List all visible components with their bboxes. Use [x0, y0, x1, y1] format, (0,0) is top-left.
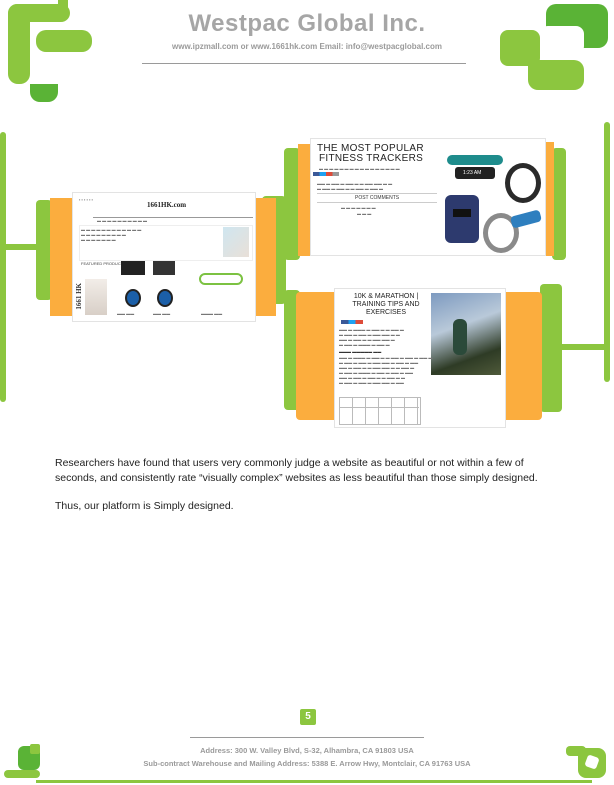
marathon-screenshot-frame [296, 292, 334, 420]
contact-line: www.ipzmall.com or www.1661hk.com Email:… [172, 42, 442, 51]
post-comments-heading: POST COMMENTS [355, 195, 400, 201]
site-banner-image [223, 227, 249, 257]
footer-address-1: Address: 300 W. Valley Blvd, S-32, Alham… [200, 746, 414, 755]
fitness-title-2: FITNESS TRACKERS [319, 153, 424, 164]
page-number-badge: 5 [300, 709, 316, 725]
training-table [339, 397, 421, 425]
marathon-share-icons [341, 320, 363, 324]
fitness-screenshot: THE MOST POPULAR FITNESS TRACKERS ▬ ▬ ▬ … [310, 138, 546, 256]
footer-rule [190, 737, 424, 738]
site-screenshot-frame [50, 198, 72, 316]
body-paragraph-1: Researchers have found that users very c… [55, 457, 538, 484]
marathon-title-2: TRAINING TIPS AND [352, 301, 420, 308]
footer-address-2: Sub-contract Warehouse and Mailing Addre… [143, 759, 471, 768]
tracker-teal [447, 155, 503, 165]
marathon-title-1: 10K & MARATHON | [353, 293, 419, 300]
marathon-title-3: EXERCISES [365, 309, 407, 316]
marathon-screenshot-frame-right [504, 292, 542, 420]
header-rule [142, 63, 466, 64]
tracker-blue [509, 209, 543, 229]
tracker-navy [445, 195, 479, 243]
body-paragraph-2: Thus, our platform is Simply designed. [55, 500, 234, 512]
site-screenshot-frame-right [254, 198, 276, 316]
page-number: 5 [305, 711, 311, 722]
company-name: Westpac Global Inc. [188, 10, 426, 37]
share-icons [313, 172, 339, 176]
marathon-screenshot: 10K & MARATHON | TRAINING TIPS AND EXERC… [334, 288, 506, 428]
site-screenshot: ▪ ▪ ▪ ▪ ▪ ▪ 1661HK.com ▬ ▬ ▬ ▬ ▬ ▬ ▬ ▬ ▬… [72, 192, 256, 322]
featured-label: FEATURED PRODUCTS [81, 261, 126, 266]
site-logo: 1661HK.com [147, 201, 187, 209]
fitness-screenshot-frame [298, 144, 310, 256]
site-side-logo: 1661 HK [75, 283, 83, 310]
tracker-ring [505, 163, 541, 203]
